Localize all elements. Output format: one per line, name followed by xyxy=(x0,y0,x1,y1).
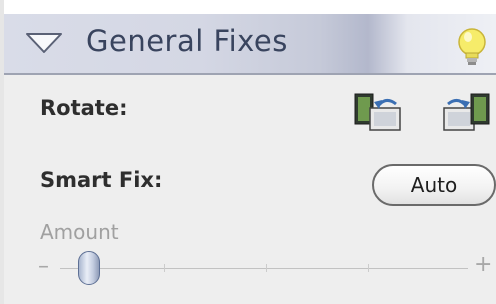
slider-max-symbol: + xyxy=(474,252,493,277)
rotate-left-icon xyxy=(354,93,401,131)
rotate-label: Rotate: xyxy=(40,96,128,120)
general-fixes-palette: General Fixes Rotate: Smart Fix: Auto Am… xyxy=(0,0,496,304)
rotate-right-button[interactable] xyxy=(440,90,492,136)
rotate-right-icon xyxy=(443,93,490,131)
slider-min-symbol: – xyxy=(38,254,49,279)
slider-tick xyxy=(266,264,267,272)
lightbulb-icon[interactable] xyxy=(454,26,490,68)
amount-slider-thumb[interactable] xyxy=(78,251,100,285)
disclosure-triangle-icon[interactable] xyxy=(24,30,64,56)
slider-tick xyxy=(368,264,369,272)
smart-fix-label: Smart Fix: xyxy=(40,168,163,192)
amount-label: Amount xyxy=(40,220,119,244)
auto-smart-fix-button[interactable]: Auto xyxy=(372,164,496,206)
slider-tick xyxy=(164,264,165,272)
rotate-left-button[interactable] xyxy=(352,90,404,136)
amount-slider-track[interactable] xyxy=(60,268,468,269)
panel-title: General Fixes xyxy=(86,24,288,58)
